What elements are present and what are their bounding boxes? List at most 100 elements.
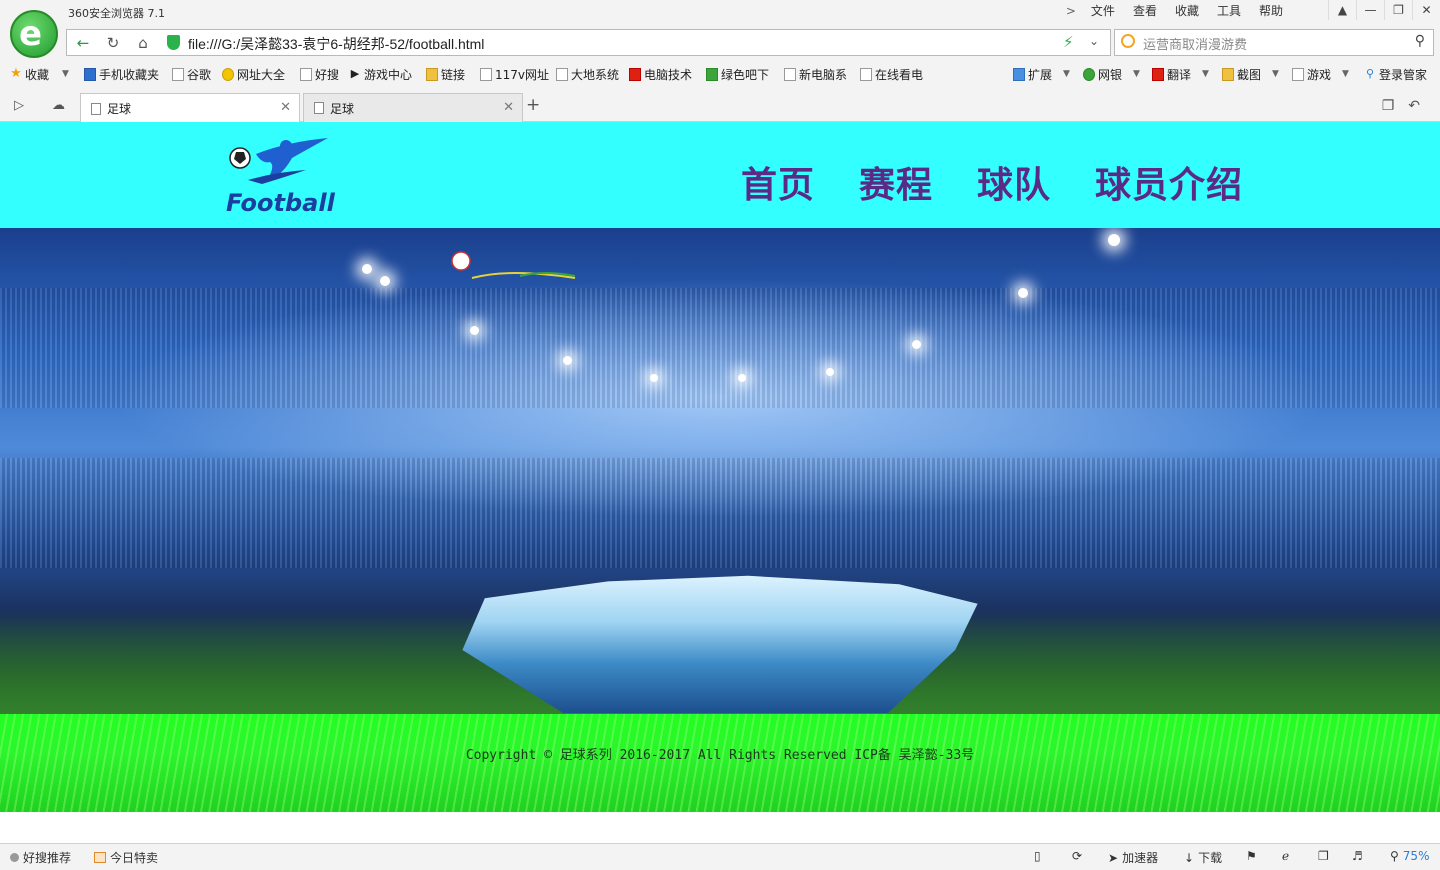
tab-tools: ❐ ↶: [1382, 98, 1420, 114]
speed-icon[interactable]: ⟳: [1072, 849, 1082, 863]
tool-translate[interactable]: 翻译 ▼: [1152, 64, 1209, 84]
bookmark-watch-online[interactable]: 在线看电: [860, 64, 923, 84]
tab-list-icon[interactable]: ❐: [1382, 98, 1395, 114]
bookmark-google[interactable]: 谷歌: [172, 64, 211, 84]
search-box[interactable]: 运营商取消漫游费 ⚲: [1114, 29, 1434, 56]
tab-bar: ▷ ☁ 足球 ✕ 足球 ✕: [0, 90, 1440, 123]
mobile-icon[interactable]: ▯: [1034, 849, 1041, 863]
bookmark-favorites[interactable]: ★ 收藏 ▼: [10, 64, 69, 84]
undo-close-icon[interactable]: ↶: [1408, 98, 1420, 114]
status-accelerator[interactable]: ➤ 加速器: [1108, 849, 1158, 866]
bookmark-new-pc[interactable]: 新电脑系: [784, 64, 847, 84]
minimize-button[interactable]: —: [1356, 0, 1384, 20]
nav-players[interactable]: 球员介绍: [1095, 156, 1243, 208]
security-shield-icon[interactable]: [167, 35, 180, 50]
title-bar: e 360安全浏览器 7.1 > 文件 查看 收藏 工具 帮助 ▲ — ❐ ✕ …: [0, 0, 1440, 123]
new-tab-button[interactable]: +: [526, 95, 540, 115]
volume-icon[interactable]: ♬: [1352, 849, 1363, 863]
gamepad-icon: [1292, 67, 1304, 81]
bookmark-mobile[interactable]: 手机收藏夹: [84, 64, 159, 84]
page-icon: [300, 67, 312, 81]
cloud-icon[interactable]: ☁: [52, 98, 65, 113]
football-logo[interactable]: Football: [226, 136, 336, 216]
refresh-icon[interactable]: ↻: [101, 33, 125, 53]
bookmark-green[interactable]: 绿色吧下: [706, 64, 769, 84]
url-text[interactable]: file:///G:/吴泽懿33-袁宁6-胡经邦-52/football.htm…: [188, 34, 484, 54]
chevron-right-icon[interactable]: >: [1060, 3, 1082, 19]
site-header: Football 首页 赛程 球队 球员介绍: [0, 122, 1440, 228]
back-icon[interactable]: ←: [71, 33, 95, 53]
search-input[interactable]: 运营商取消漫游费: [1143, 34, 1247, 53]
app-title: 360安全浏览器 7.1: [68, 7, 165, 20]
ie-icon[interactable]: ℯ: [1282, 849, 1289, 863]
search-engine-icon[interactable]: [1121, 34, 1135, 48]
bookmark-game-center[interactable]: ▶ 游戏中心: [349, 64, 412, 84]
status-daily-deals[interactable]: 今日特卖: [94, 849, 158, 866]
bookmark-pc-tech[interactable]: 电脑技术: [629, 64, 692, 84]
bookmark-117v[interactable]: 117v网址: [480, 64, 549, 84]
status-download[interactable]: ↓ 下载: [1184, 849, 1222, 866]
svg-text:Football: Football: [226, 189, 336, 216]
close-tab-icon[interactable]: ✕: [503, 100, 514, 115]
tool-extensions[interactable]: 扩展 ▼: [1013, 64, 1070, 84]
bookmarks-bar: ★ 收藏 ▼ 手机收藏夹 谷歌 网址大全 好搜 ▶ 游戏中心 链接 117v网址 大地…: [0, 64, 1440, 86]
site-footer: Copyright © 足球系列 2016-2017 All Rights Re…: [0, 714, 1440, 812]
close-button[interactable]: ✕: [1412, 0, 1440, 20]
bookmark-haosou[interactable]: 好搜: [300, 64, 339, 84]
tool-screenshot[interactable]: 截图 ▼: [1222, 64, 1279, 84]
site-icon: [629, 67, 641, 81]
search-icon[interactable]: ⚲: [1415, 33, 1425, 49]
maximize-button[interactable]: ❐: [1384, 0, 1412, 20]
bookmark-dadi[interactable]: 大地系统: [556, 64, 619, 84]
tool-ebank[interactable]: 网银 ▼: [1083, 64, 1140, 84]
nav-schedule[interactable]: 赛程: [859, 156, 933, 208]
url-dropdown-icon[interactable]: ⌄: [1089, 34, 1099, 48]
scissors-icon: [1222, 67, 1234, 81]
bookmark-links[interactable]: 链接: [426, 64, 465, 84]
tool-login-manager[interactable]: ⚲ 登录管家: [1364, 64, 1427, 84]
browser-window: e 360安全浏览器 7.1 > 文件 查看 收藏 工具 帮助 ▲ — ❐ ✕ …: [0, 0, 1440, 870]
zoom-control[interactable]: ⚲ 75%: [1390, 849, 1429, 863]
zoom-icon: ⚲: [1390, 849, 1399, 863]
rocket-icon: ➤: [1108, 850, 1119, 865]
copyright-text: Copyright © 足球系列 2016-2017 All Rights Re…: [465, 748, 975, 763]
bookmark-url-directory[interactable]: 网址大全: [222, 64, 285, 84]
status-haosou-recommend[interactable]: 好搜推荐: [10, 849, 71, 866]
browser-logo-icon[interactable]: e: [10, 10, 58, 58]
tab-football[interactable]: 足球 ✕: [303, 93, 523, 122]
gift-icon: [94, 852, 106, 863]
download-icon: ↓: [1184, 850, 1195, 865]
menu-view[interactable]: 查看: [1124, 3, 1166, 19]
menu-bar: > 文件 查看 收藏 工具 帮助: [1060, 3, 1292, 19]
page-icon: [314, 102, 324, 114]
menu-help[interactable]: 帮助: [1250, 3, 1292, 19]
tab-football-active[interactable]: 足球 ✕: [80, 93, 300, 123]
speed-mode-icon[interactable]: ⚡: [1063, 33, 1074, 51]
gamepad-icon: ▶: [350, 66, 360, 80]
translate-icon: [1152, 67, 1164, 81]
flag-icon[interactable]: ⚑: [1246, 849, 1257, 863]
bank-icon: [1083, 67, 1095, 81]
window-icon[interactable]: ❐: [1318, 849, 1329, 863]
page-icon: [91, 102, 101, 115]
stadium-banner-image: [0, 228, 1440, 714]
page-icon: [172, 67, 184, 81]
tool-games[interactable]: 游戏 ▼: [1292, 64, 1349, 84]
address-row: ← ↻ ⌂ file:///G:/吴泽懿33-袁宁6-胡经邦-52/footba…: [66, 29, 1434, 56]
menu-favorites[interactable]: 收藏: [1166, 3, 1208, 19]
menu-tools[interactable]: 工具: [1208, 3, 1250, 19]
address-bar[interactable]: ← ↻ ⌂ file:///G:/吴泽懿33-袁宁6-胡经邦-52/footba…: [66, 29, 1111, 56]
close-tab-icon[interactable]: ✕: [280, 100, 291, 115]
skin-icon[interactable]: ▲: [1328, 0, 1356, 20]
extensions-icon: [1013, 67, 1025, 81]
page-icon: [860, 67, 872, 81]
home-icon[interactable]: ⌂: [131, 33, 155, 53]
menu-file[interactable]: 文件: [1082, 3, 1124, 19]
folder-icon: [426, 67, 438, 81]
status-bar: 好搜推荐 今日特卖 ▯ ⟳ ➤ 加速器 ↓ 下载 ⚑ ℯ ❐ ♬ ⚲ 75%: [0, 843, 1440, 870]
nav-home[interactable]: 首页: [741, 156, 815, 208]
sidebar-toggle-icon[interactable]: ▷: [14, 98, 24, 113]
nav-teams[interactable]: 球队: [977, 156, 1051, 208]
dot-icon: [10, 853, 19, 862]
key-icon: ⚲: [1365, 66, 1375, 80]
